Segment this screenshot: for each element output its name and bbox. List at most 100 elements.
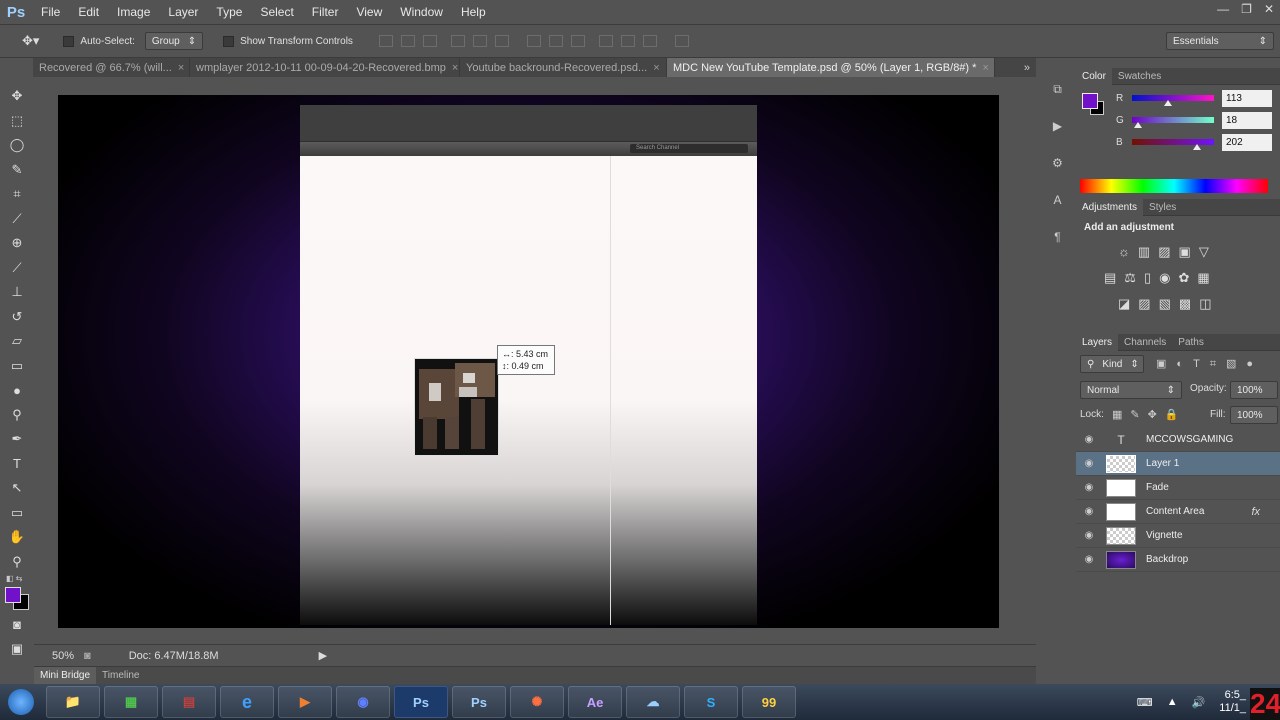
distribute-vcenter-icon[interactable] xyxy=(548,35,563,47)
threshold-icon[interactable]: ▧ xyxy=(1159,296,1179,311)
shape-filter-icon[interactable]: ⌗ xyxy=(1210,358,1226,370)
r-slider[interactable] xyxy=(1132,95,1214,106)
smart-object-filter-icon[interactable]: ▧ xyxy=(1226,358,1246,370)
menu-layer[interactable]: Layer xyxy=(159,0,207,24)
close-button[interactable]: ✕ xyxy=(1264,2,1274,16)
move-tool-icon[interactable]: ✥ xyxy=(0,84,34,109)
lock-all-icon[interactable]: 🔒 xyxy=(1165,409,1187,421)
clock[interactable]: 6:5_ 11/1_ xyxy=(1219,689,1246,715)
canvas-backdrop[interactable]: Search Channel ↔: 5.43 cm ↕: 0.49 cm xyxy=(58,95,999,628)
screen-mode-icon[interactable]: ▣ xyxy=(0,637,34,662)
lock-position-icon[interactable]: ✥ xyxy=(1148,409,1165,421)
history-panel-icon[interactable]: ⧉ xyxy=(1041,77,1074,101)
taskbar-app-11[interactable]: ☁ xyxy=(626,686,680,718)
distribute-right-icon[interactable] xyxy=(642,35,657,47)
tray-expand-icon[interactable]: ▲ xyxy=(1167,696,1178,708)
tab-youtube-backround[interactable]: Youtube backround-Recovered.psd... × xyxy=(460,58,667,77)
levels-icon[interactable]: ▥ xyxy=(1138,244,1158,259)
fill-input[interactable]: 100% xyxy=(1230,406,1278,424)
layer-mccowsgaming[interactable]: ◉ T MCCOWSGAMING xyxy=(1076,428,1280,452)
brightness-icon[interactable]: ☼ xyxy=(1118,244,1138,259)
layer-fade[interactable]: ◉ Fade xyxy=(1076,476,1280,500)
tab-color[interactable]: Color xyxy=(1076,67,1112,85)
gradient-tool-icon[interactable]: ▭ xyxy=(0,354,34,379)
posterize-icon[interactable]: ▨ xyxy=(1138,296,1158,311)
status-info-icon[interactable]: ◙ xyxy=(84,650,91,662)
layer-content-area[interactable]: ◉ Content Area fx xyxy=(1076,500,1280,524)
paragraph-panel-icon[interactable]: ¶ xyxy=(1041,225,1074,249)
distribute-bottom-icon[interactable] xyxy=(570,35,585,47)
slider-caret-icon[interactable] xyxy=(1133,122,1142,128)
volume-icon[interactable]: 🔊 xyxy=(1192,696,1206,709)
keyboard-icon[interactable]: ⌨ xyxy=(1137,696,1153,709)
r-value-input[interactable]: 113 xyxy=(1222,89,1272,107)
close-icon[interactable]: × xyxy=(653,62,659,74)
clone-stamp-tool-icon[interactable]: ⊥ xyxy=(0,280,34,305)
character-panel-icon[interactable]: A xyxy=(1041,188,1074,212)
menu-view[interactable]: View xyxy=(347,0,391,24)
distribute-hcenter-icon[interactable] xyxy=(620,35,635,47)
close-icon[interactable]: × xyxy=(178,62,184,74)
menu-file[interactable]: File xyxy=(32,0,69,24)
tab-styles[interactable]: Styles xyxy=(1143,199,1182,216)
tool-presets-icon[interactable]: ⚙ xyxy=(1041,151,1074,175)
history-brush-tool-icon[interactable]: ↺ xyxy=(0,305,34,330)
b-slider[interactable] xyxy=(1132,139,1214,150)
layer-backdrop[interactable]: ◉ Backdrop xyxy=(1076,548,1280,572)
blend-mode-dropdown[interactable]: Normal ⇕ xyxy=(1080,381,1182,399)
quick-mask-icon[interactable]: ◙ xyxy=(0,612,34,637)
restore-button[interactable]: ❐ xyxy=(1241,2,1252,16)
auto-align-icon[interactable] xyxy=(674,35,689,47)
lasso-tool-icon[interactable]: ◯ xyxy=(0,133,34,158)
auto-select-dropdown[interactable]: Group ⇕ xyxy=(144,32,204,50)
taskbar-media[interactable]: ▶ xyxy=(278,686,332,718)
tab-wmplayer[interactable]: wmplayer 2012-10-11 00-09-04-20-Recovere… xyxy=(190,58,460,77)
photo-filter-icon[interactable]: ◉ xyxy=(1159,270,1178,285)
align-bottom-icon[interactable] xyxy=(422,35,437,47)
slider-caret-icon[interactable] xyxy=(1164,100,1173,106)
tab-adjustments[interactable]: Adjustments xyxy=(1076,198,1144,216)
type-filter-icon[interactable]: T xyxy=(1193,358,1210,370)
taskbar-app-2[interactable]: ▦ xyxy=(104,686,158,718)
invert-icon[interactable]: ◪ xyxy=(1118,296,1138,311)
taskbar-winrar[interactable]: ▤ xyxy=(162,686,216,718)
align-left-icon[interactable] xyxy=(450,35,465,47)
adjustment-filter-icon[interactable]: ◐ xyxy=(1176,358,1193,370)
foreground-color-swatch[interactable] xyxy=(5,587,21,603)
layer-filter-dropdown[interactable]: ⚲ Kind ⇕ xyxy=(1080,355,1144,373)
taskbar-app-9[interactable]: ✺ xyxy=(510,686,564,718)
eye-icon[interactable]: ◉ xyxy=(1076,506,1102,517)
black-white-icon[interactable]: ▯ xyxy=(1144,270,1159,285)
hand-tool-icon[interactable]: ✋ xyxy=(0,525,34,550)
pixel-filter-icon[interactable]: ▣ xyxy=(1156,358,1176,370)
eye-icon[interactable]: ◉ xyxy=(1076,458,1102,469)
minimize-button[interactable]: — xyxy=(1217,2,1229,16)
slider-caret-icon[interactable] xyxy=(1192,144,1201,150)
g-value-input[interactable]: 18 xyxy=(1222,111,1272,129)
filter-toggle-icon[interactable]: ● xyxy=(1246,358,1263,370)
path-select-tool-icon[interactable]: ↖ xyxy=(0,476,34,501)
tab-channels[interactable]: Channels xyxy=(1118,334,1172,351)
taskbar-ie[interactable]: e xyxy=(220,686,274,718)
layer-effects-icon[interactable]: fx xyxy=(1251,506,1260,518)
taskbar-photoshop-2[interactable]: Ps xyxy=(452,686,506,718)
marquee-tool-icon[interactable]: ⬚ xyxy=(0,109,34,134)
tab-mini-bridge[interactable]: Mini Bridge xyxy=(34,666,97,685)
color-spectrum-bar[interactable] xyxy=(1080,179,1268,193)
healing-tool-icon[interactable]: ⊕ xyxy=(0,231,34,256)
crop-tool-icon[interactable]: ⌗ xyxy=(0,182,34,207)
menu-edit[interactable]: Edit xyxy=(69,0,108,24)
tabs-overflow-icon[interactable]: » xyxy=(1024,62,1030,74)
align-vcenter-icon[interactable] xyxy=(400,35,415,47)
align-hcenter-icon[interactable] xyxy=(472,35,487,47)
distribute-top-icon[interactable] xyxy=(526,35,541,47)
blur-tool-icon[interactable]: ● xyxy=(0,378,34,403)
tab-swatches[interactable]: Swatches xyxy=(1112,68,1167,85)
align-top-icon[interactable] xyxy=(378,35,393,47)
layer-vignette[interactable]: ◉ Vignette xyxy=(1076,524,1280,548)
b-value-input[interactable]: 202 xyxy=(1222,133,1272,151)
workspace-dropdown[interactable]: Essentials ⇕ xyxy=(1166,32,1274,50)
eye-icon[interactable]: ◉ xyxy=(1076,434,1102,445)
menu-select[interactable]: Select xyxy=(251,0,302,24)
close-icon[interactable]: × xyxy=(452,62,458,74)
